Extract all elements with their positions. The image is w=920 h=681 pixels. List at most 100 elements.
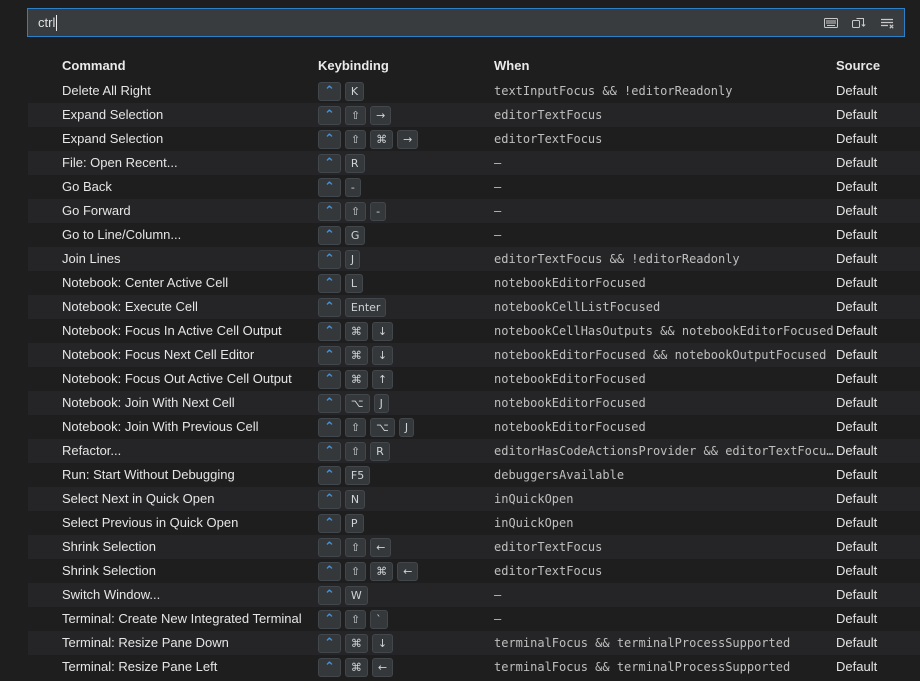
keycap: W xyxy=(344,585,368,605)
command-cell: Notebook: Focus Next Cell Editor xyxy=(62,347,255,362)
table-row[interactable]: Shrink Selection ⌃ ⇧ ← editorTextFocus Def… xyxy=(28,535,920,559)
table-row[interactable]: Expand Selection ⌃ ⇧ ⌘ → editorTextFocus De… xyxy=(28,127,920,151)
keycap: ↓ xyxy=(371,345,394,365)
table-row[interactable]: Expand Selection ⌃ ⇧ → editorTextFocus Def… xyxy=(28,103,920,127)
when-cell: editorTextFocus xyxy=(494,540,603,554)
keycap: ← xyxy=(371,657,394,677)
when-cell: editorTextFocus xyxy=(494,108,603,122)
when-cell: editorHasCodeActionsProvider && editorTe… xyxy=(494,444,834,458)
header-command: Command xyxy=(62,58,126,73)
when-cell: editorTextFocus && !editorReadonly xyxy=(494,252,740,266)
keycap: - xyxy=(370,201,387,221)
keybinding-cell: ⌃ W xyxy=(318,585,494,605)
source-cell: Default xyxy=(836,227,878,242)
table-row[interactable]: Notebook: Execute Cell ⌃ Enter notebookCe… xyxy=(28,295,920,319)
table-row[interactable]: Delete All Right ⌃ K textInputFocus && !e… xyxy=(28,79,920,103)
table-row[interactable]: Notebook: Focus In Active Cell Output ⌃ ⌘… xyxy=(28,319,920,343)
command-cell: Refactor... xyxy=(62,443,122,458)
header-source: Source xyxy=(836,58,881,73)
search-input-value: ctrl xyxy=(38,15,56,30)
table-row[interactable]: Go to Line/Column... ⌃ G — Default xyxy=(28,223,920,247)
clear-keybindings-search-icon xyxy=(879,15,895,31)
keycap: ⇧ xyxy=(344,441,367,461)
keycap: ⌘ xyxy=(370,561,394,581)
when-cell: textInputFocus && !editorReadonly xyxy=(494,84,733,98)
keycap: ⌘ xyxy=(344,345,368,365)
when-cell: editorTextFocus xyxy=(494,564,603,578)
table-row[interactable]: Run: Start Without Debugging ⌃ F5 debugge… xyxy=(28,463,920,487)
table-row[interactable]: Go Back ⌃ - — Default xyxy=(28,175,920,199)
source-cell: Default xyxy=(836,323,878,338)
keycap-ctrl: ⌃ xyxy=(318,297,341,317)
keybinding-cell: ⌃ ⇧ ← xyxy=(318,537,494,557)
command-cell: Expand Selection xyxy=(62,131,164,146)
table-row[interactable]: Terminal: Resize Pane Down ⌃ ⌘ ↓ terminalF… xyxy=(28,631,920,655)
when-cell: — xyxy=(494,204,502,218)
command-cell: Select Next in Quick Open xyxy=(62,491,215,506)
table-row[interactable]: Join Lines ⌃ J editorTextFocus && !editor… xyxy=(28,247,920,271)
keycap: L xyxy=(344,273,364,293)
table-row[interactable]: Notebook: Focus Next Cell Editor ⌃ ⌘ ↓ not… xyxy=(28,343,920,367)
table-row[interactable]: Shrink Selection ⌃ ⇧ ⌘ ← editorTextFocus De… xyxy=(28,559,920,583)
keycap-ctrl: ⌃ xyxy=(318,585,341,605)
when-cell: notebookEditorFocused xyxy=(494,276,646,290)
keycap: R xyxy=(370,441,390,461)
keycap: J xyxy=(344,249,361,269)
keycap-ctrl: ⌃ xyxy=(318,465,341,485)
table-row[interactable]: File: Open Recent... ⌃ R — Default xyxy=(28,151,920,175)
keybindings-list: Delete All Right ⌃ K textInputFocus && !e… xyxy=(0,79,920,679)
table-row[interactable]: Terminal: Resize Pane Left ⌃ ⌘ ← terminalF… xyxy=(28,655,920,679)
record-keys-button[interactable] xyxy=(820,12,841,33)
keycap: ↓ xyxy=(371,321,394,341)
command-cell: Join Lines xyxy=(62,251,121,266)
keycap-ctrl: ⌃ xyxy=(318,657,341,677)
search-input[interactable]: ctrl xyxy=(28,9,820,36)
keycap: ⇧ xyxy=(344,561,367,581)
keybinding-cell: ⌃ ⌘ ↓ xyxy=(318,321,494,341)
source-cell: Default xyxy=(836,83,878,98)
keybinding-cell: ⌃ ⌘ ↓ xyxy=(318,345,494,365)
table-row[interactable]: Notebook: Join With Next Cell ⌃ ⌥ J notebo… xyxy=(28,391,920,415)
source-cell: Default xyxy=(836,491,878,506)
sort-by-precedence-button[interactable] xyxy=(848,12,869,33)
keybindings-search-box: ctrl xyxy=(27,8,905,37)
table-row[interactable]: Notebook: Focus Out Active Cell Output ⌃… xyxy=(28,367,920,391)
keycap: Enter xyxy=(344,297,387,317)
clear-keybindings-search-button[interactable] xyxy=(876,12,897,33)
keycap-ctrl: ⌃ xyxy=(318,129,341,149)
keycap-ctrl: ⌃ xyxy=(318,369,341,389)
table-row[interactable]: Select Previous in Quick Open ⌃ P inQuick… xyxy=(28,511,920,535)
source-cell: Default xyxy=(836,203,878,218)
search-actions xyxy=(820,12,904,33)
command-cell: Select Previous in Quick Open xyxy=(62,515,239,530)
keycap: G xyxy=(344,225,366,245)
source-cell: Default xyxy=(836,539,878,554)
keybinding-cell: ⌃ N xyxy=(318,489,494,509)
source-cell: Default xyxy=(836,611,878,626)
source-cell: Default xyxy=(836,107,878,122)
source-cell: Default xyxy=(836,443,878,458)
table-row[interactable]: Go Forward ⌃ ⇧ - — Default xyxy=(28,199,920,223)
keycap-ctrl: ⌃ xyxy=(318,417,341,437)
keybinding-cell: ⌃ ⇧ ⌥ J xyxy=(318,417,494,437)
keycap: ↑ xyxy=(371,369,394,389)
keybinding-cell: ⌃ ⇧ ` xyxy=(318,609,494,629)
table-row[interactable]: Notebook: Join With Previous Cell ⌃ ⇧ ⌥ J n… xyxy=(28,415,920,439)
keybinding-cell: ⌃ R xyxy=(318,153,494,173)
command-cell: Shrink Selection xyxy=(62,563,156,578)
table-row[interactable]: Notebook: Center Active Cell ⌃ L notebook… xyxy=(28,271,920,295)
keybinding-cell: ⌃ ⇧ → xyxy=(318,105,494,125)
keycap: F5 xyxy=(344,465,371,485)
keybindings-table: Command Keybinding When Source Delete Al… xyxy=(0,53,920,679)
table-row[interactable]: Terminal: Create New Integrated Terminal… xyxy=(28,607,920,631)
table-row[interactable]: Switch Window... ⌃ W — Default xyxy=(28,583,920,607)
when-cell: — xyxy=(494,228,502,242)
keybinding-cell: ⌃ ⌥ J xyxy=(318,393,494,413)
source-cell: Default xyxy=(836,395,878,410)
source-cell: Default xyxy=(836,467,878,482)
command-cell: Run: Start Without Debugging xyxy=(62,467,235,482)
table-row[interactable]: Select Next in Quick Open ⌃ N inQuickOpen… xyxy=(28,487,920,511)
keycap: - xyxy=(344,177,361,197)
table-row[interactable]: Refactor... ⌃ ⇧ R editorHasCodeActionsProv… xyxy=(28,439,920,463)
command-cell: Notebook: Join With Next Cell xyxy=(62,395,235,410)
